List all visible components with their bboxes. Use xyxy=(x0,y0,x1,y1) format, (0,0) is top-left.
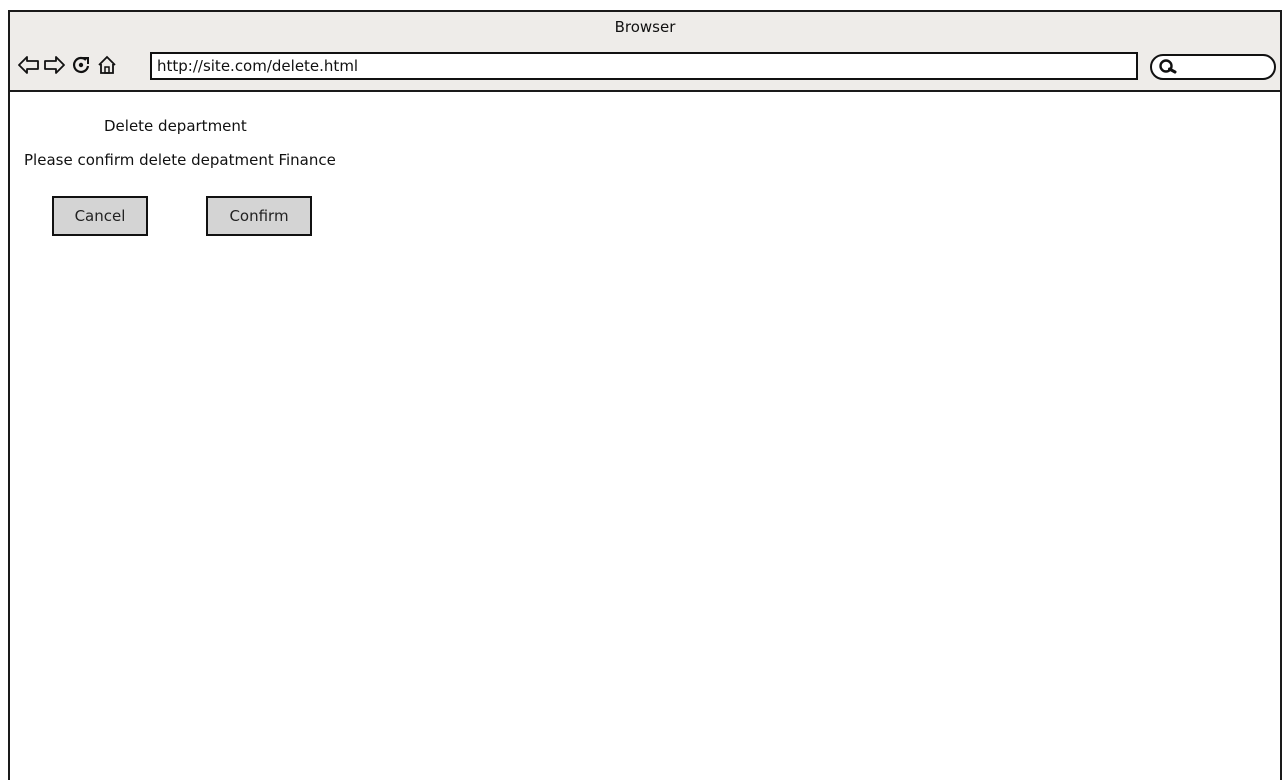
browser-window: Browser http://site.com/delete.html Dele… xyxy=(8,10,1282,780)
search-icon[interactable] xyxy=(1158,58,1178,76)
page-heading: Delete department xyxy=(104,117,247,135)
page-content: Delete department Please confirm delete … xyxy=(10,92,1280,782)
window-title: Browser xyxy=(614,18,676,36)
reload-icon[interactable] xyxy=(70,54,92,76)
url-bar[interactable]: http://site.com/delete.html xyxy=(150,52,1138,80)
search-input[interactable] xyxy=(1150,54,1276,80)
forward-arrow-icon[interactable] xyxy=(43,54,65,76)
browser-chrome: Browser http://site.com/delete.html xyxy=(10,12,1280,92)
confirm-button[interactable]: Confirm xyxy=(206,196,312,236)
home-icon[interactable] xyxy=(96,54,118,76)
cancel-button[interactable]: Cancel xyxy=(52,196,148,236)
back-arrow-icon[interactable] xyxy=(18,54,40,76)
confirmation-message: Please confirm delete depatment Finance xyxy=(24,151,336,169)
